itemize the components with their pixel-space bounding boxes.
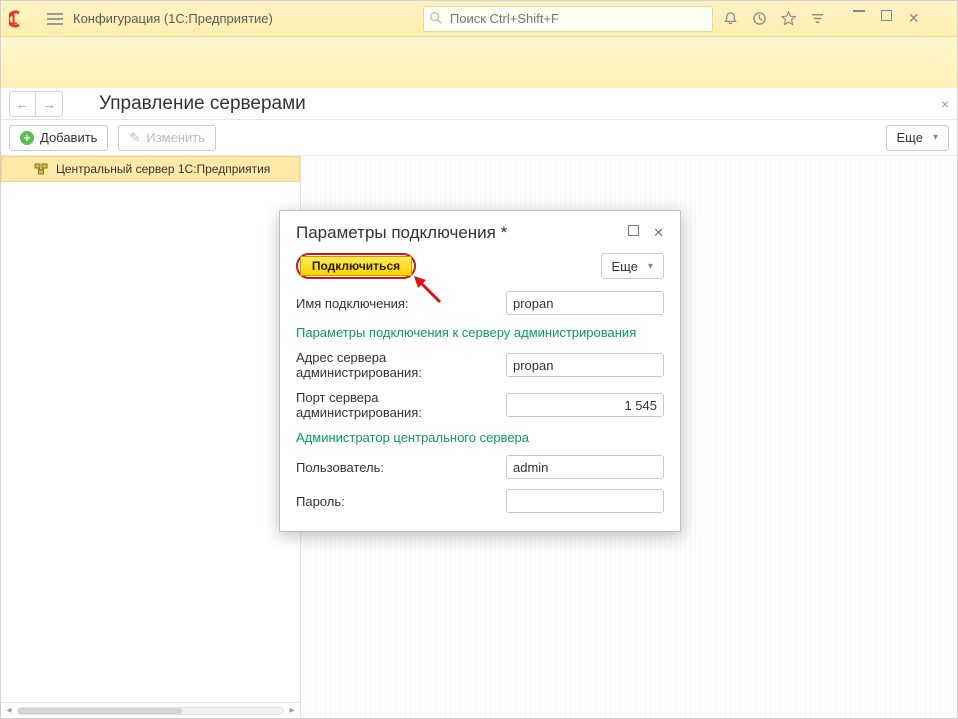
- ribbon-spacer: [1, 37, 957, 88]
- input-server-address[interactable]: [506, 353, 664, 377]
- nav-arrows: ← →: [9, 91, 63, 117]
- scroll-left-icon[interactable]: ◂: [1, 704, 17, 718]
- scroll-track[interactable]: [17, 707, 284, 715]
- label-connection-name: Имя подключения:: [296, 296, 408, 311]
- dialog-more-button[interactable]: Еще ▾: [601, 253, 664, 279]
- window-title: Конфигурация (1С:Предприятие): [73, 11, 273, 26]
- connect-button-label: Подключиться: [312, 259, 400, 273]
- window-controls: ✕: [853, 10, 920, 27]
- tree-item-label: Центральный сервер 1С:Предприятия: [56, 162, 270, 176]
- connection-params-dialog: Параметры подключения * ✕ Подключиться Е…: [279, 210, 681, 532]
- connect-button[interactable]: Подключиться: [300, 256, 412, 276]
- page-header: ← → Управление серверами ×: [1, 88, 957, 120]
- search-input[interactable]: [423, 6, 713, 32]
- search-icon: [429, 11, 443, 25]
- row-password: Пароль:: [296, 489, 664, 513]
- nav-back-button[interactable]: ←: [10, 92, 36, 116]
- server-icon: [34, 162, 48, 176]
- minimize-button[interactable]: [853, 10, 865, 27]
- label-user: Пользователь:: [296, 460, 384, 475]
- pencil-icon: ✎: [129, 130, 140, 146]
- label-server-port: Порт сервера администрирования:: [296, 390, 506, 420]
- input-server-port[interactable]: [506, 393, 664, 417]
- tree-list[interactable]: Центральный сервер 1С:Предприятия: [1, 156, 300, 702]
- bell-icon[interactable]: [723, 11, 738, 26]
- sidebar: Центральный сервер 1С:Предприятия ◂ ▸: [1, 156, 301, 718]
- row-connection-name: Имя подключения:: [296, 291, 664, 315]
- row-server-port: Порт сервера администрирования:: [296, 390, 664, 420]
- edit-button[interactable]: ✎ Изменить: [118, 125, 216, 151]
- plus-icon: +: [20, 131, 34, 145]
- nav-forward-button[interactable]: →: [36, 92, 62, 116]
- dialog-maximize-button[interactable]: [628, 225, 639, 241]
- horizontal-scrollbar[interactable]: ◂ ▸: [1, 702, 300, 718]
- connect-highlight: Подключиться: [296, 253, 416, 279]
- maximize-button[interactable]: [881, 10, 892, 27]
- star-icon[interactable]: [781, 11, 796, 26]
- app-logo: 1: [9, 9, 37, 29]
- dialog-close-button[interactable]: ✕: [653, 225, 664, 241]
- section-connection-params: Параметры подключения к серверу админист…: [296, 325, 664, 340]
- section-central-admin: Администратор центрального сервера: [296, 430, 664, 445]
- history-icon[interactable]: [752, 11, 767, 26]
- dialog-controls: ✕: [628, 225, 664, 241]
- title-icons: [723, 11, 825, 26]
- edit-button-label: Изменить: [146, 130, 205, 145]
- row-user: Пользователь:: [296, 455, 664, 479]
- page-close-icon[interactable]: ×: [941, 96, 949, 112]
- dialog-title: Параметры подключения *: [296, 223, 507, 243]
- label-server-address: Адрес сервера администрирования:: [296, 350, 506, 380]
- label-password: Пароль:: [296, 494, 345, 509]
- titlebar: 1 Конфигурация (1С:Предприятие): [1, 1, 957, 37]
- row-server-address: Адрес сервера администрирования:: [296, 350, 664, 380]
- dialog-toolbar: Подключиться Еще ▾: [296, 253, 664, 279]
- add-button-label: Добавить: [40, 130, 97, 145]
- chevron-down-icon: ▾: [933, 132, 938, 143]
- scroll-right-icon[interactable]: ▸: [284, 704, 300, 718]
- page-title: Управление серверами: [99, 93, 306, 115]
- input-user[interactable]: [506, 455, 664, 479]
- input-connection-name[interactable]: [506, 291, 664, 315]
- toolbar: + Добавить ✎ Изменить Еще ▾: [1, 120, 957, 156]
- more-button[interactable]: Еще ▾: [886, 125, 949, 151]
- close-button[interactable]: ✕: [908, 10, 920, 27]
- add-button[interactable]: + Добавить: [9, 125, 108, 151]
- scroll-thumb[interactable]: [18, 708, 182, 714]
- input-password[interactable]: [506, 489, 664, 513]
- dialog-header: Параметры подключения * ✕: [296, 223, 664, 243]
- app-window: 1 Конфигурация (1С:Предприятие): [0, 0, 958, 719]
- menu-icon[interactable]: [47, 13, 63, 25]
- lines-icon[interactable]: [810, 11, 825, 26]
- chevron-down-icon: ▾: [648, 261, 653, 272]
- dialog-more-label: Еще: [612, 259, 638, 274]
- more-button-label: Еще: [897, 130, 923, 145]
- tree-item-central-server[interactable]: Центральный сервер 1С:Предприятия: [1, 156, 300, 182]
